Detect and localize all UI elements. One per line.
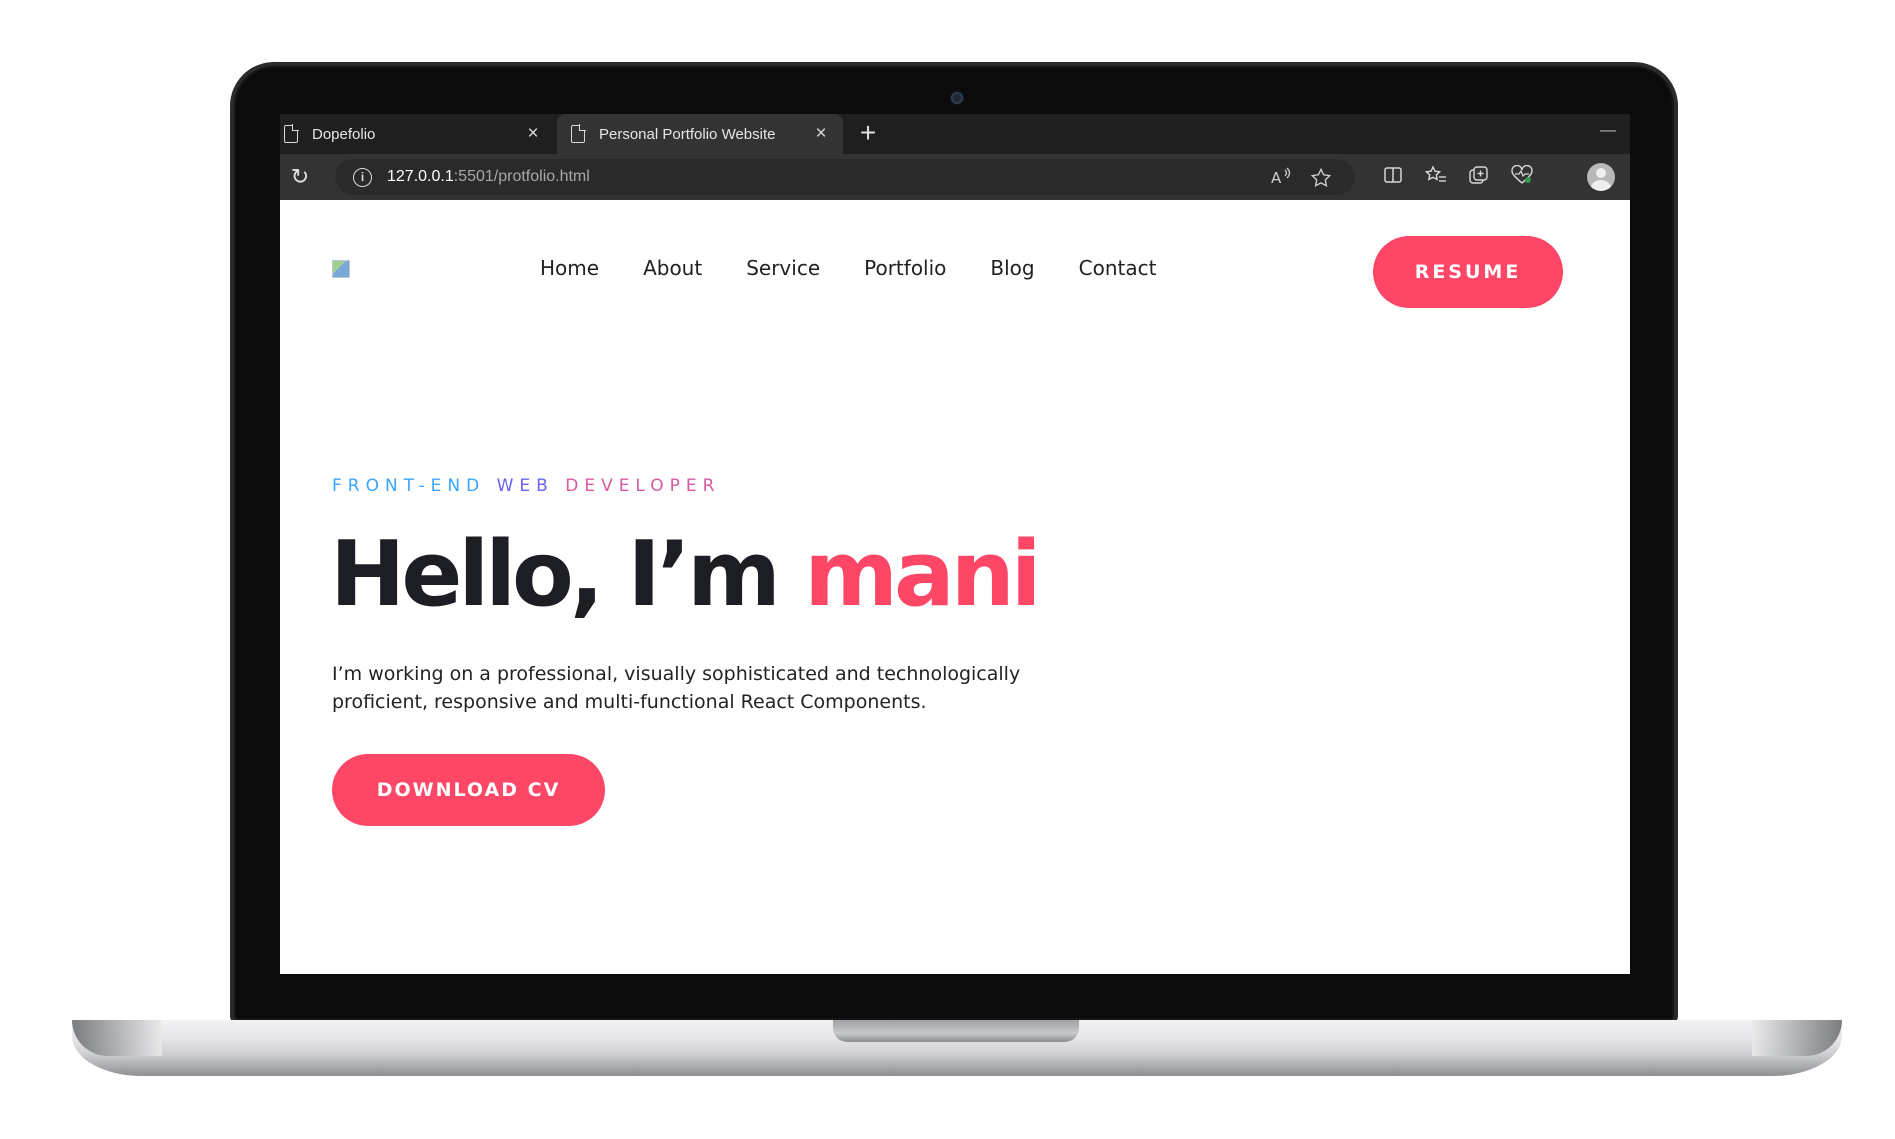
url-path: :5501/protfolio.html: [453, 168, 590, 185]
site-info-icon[interactable]: i: [353, 168, 372, 187]
role-kicker: FRONT-END WEB DEVELOPER: [332, 476, 721, 496]
nav-about[interactable]: About: [643, 248, 702, 288]
hero-heading: Hello, I’m mani: [330, 522, 1042, 627]
hero-greeting: Hello, I’m: [330, 522, 805, 627]
nav-home[interactable]: Home: [540, 248, 599, 288]
hero-description: I’m working on a professional, visually …: [332, 660, 1052, 716]
download-cv-button[interactable]: DOWNLOAD CV: [332, 754, 605, 826]
tab-title: Dopefolio: [312, 125, 376, 143]
tab-personal-portfolio[interactable]: Personal Portfolio Website ×: [557, 114, 843, 154]
close-tab-icon[interactable]: ×: [521, 123, 545, 145]
webcam-icon: [951, 92, 963, 104]
split-screen-icon[interactable]: [1380, 165, 1406, 191]
close-tab-icon[interactable]: ×: [809, 123, 833, 145]
laptop-mockup: Dopefolio × Personal Portfolio Website ×…: [0, 0, 1895, 1139]
kicker-part-2: WEB: [496, 476, 566, 496]
portfolio-page: Home About Service Portfolio Blog Contac…: [280, 200, 1630, 974]
tab-dopefolio[interactable]: Dopefolio ×: [280, 114, 555, 154]
kicker-part-1: FRONT-END: [332, 476, 497, 496]
tab-bar: Dopefolio × Personal Portfolio Website ×…: [280, 114, 1630, 154]
resume-button[interactable]: RESUME: [1373, 236, 1563, 308]
reload-icon[interactable]: ↻: [288, 165, 312, 189]
favorite-star-icon[interactable]: [1310, 167, 1332, 193]
page-icon: [571, 124, 586, 143]
new-tab-button[interactable]: +: [853, 119, 883, 149]
url-host: 127.0.0.1: [387, 168, 454, 185]
profile-avatar-icon[interactable]: [1587, 163, 1615, 191]
nav-portfolio[interactable]: Portfolio: [864, 248, 946, 288]
laptop-hinge-notch: [833, 1020, 1079, 1042]
nav-contact[interactable]: Contact: [1079, 248, 1157, 288]
read-aloud-icon[interactable]: A: [1270, 167, 1292, 191]
broken-logo-image[interactable]: [332, 260, 350, 278]
svg-text:A: A: [1271, 169, 1282, 187]
hero-description-line-2: proficient, responsive and multi-functio…: [332, 691, 927, 713]
browser-essentials-icon[interactable]: [1509, 164, 1535, 191]
url-text[interactable]: 127.0.0.1:5501/protfolio.html: [387, 168, 590, 186]
kicker-part-3: DEVELOPER: [565, 476, 721, 496]
page-icon: [284, 124, 299, 143]
hero-name: mani: [804, 522, 1041, 627]
tab-title: Personal Portfolio Website: [599, 125, 776, 143]
collections-icon[interactable]: [1466, 165, 1492, 193]
nav-service[interactable]: Service: [746, 248, 820, 288]
address-toolbar: ↻ i 127.0.0.1:5501/protfolio.html A: [280, 154, 1630, 200]
favorites-list-icon[interactable]: [1423, 165, 1449, 191]
nav-blog[interactable]: Blog: [990, 248, 1034, 288]
browser-window: Dopefolio × Personal Portfolio Website ×…: [280, 114, 1630, 974]
hero-description-line-1: I’m working on a professional, visually …: [332, 663, 1021, 685]
minimize-button[interactable]: —: [1600, 122, 1616, 140]
site-nav: Home About Service Portfolio Blog Contac…: [540, 248, 1200, 288]
address-bar[interactable]: i 127.0.0.1:5501/protfolio.html A: [335, 159, 1355, 195]
